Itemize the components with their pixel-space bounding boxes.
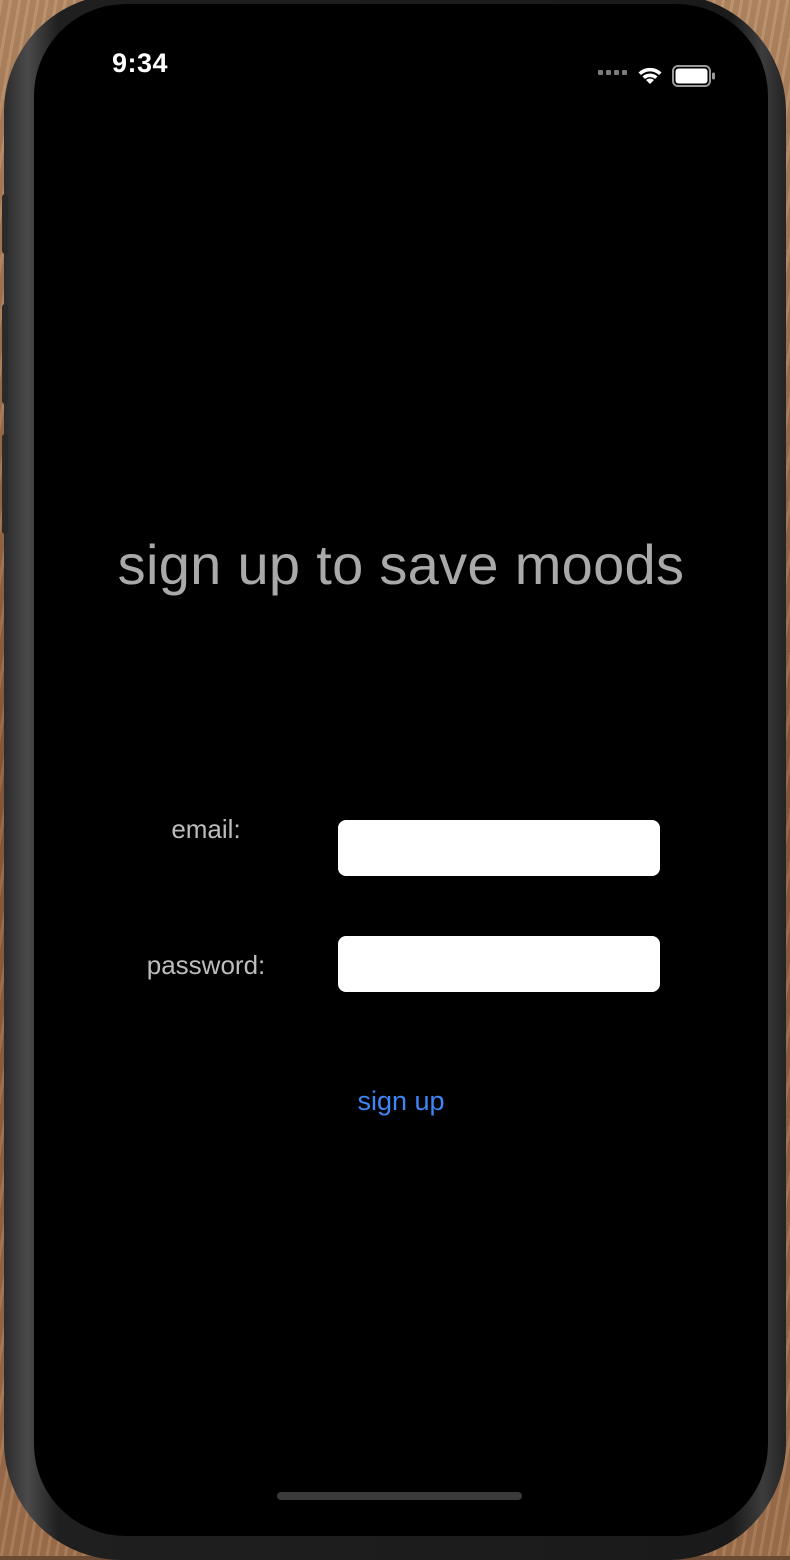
battery-icon xyxy=(672,65,715,87)
home-indicator[interactable] xyxy=(277,1492,522,1500)
password-field[interactable] xyxy=(338,936,660,992)
phone-volume-down-button xyxy=(2,434,8,534)
phone-frame: 9:34 sign up to save moods email: passwo xyxy=(2,0,786,1560)
password-label: password: xyxy=(146,950,266,980)
page-title: sign up to save moods xyxy=(117,533,685,596)
phone-volume-up-button xyxy=(2,304,8,404)
wifi-icon xyxy=(638,67,662,84)
sign-up-button[interactable]: sign up xyxy=(301,1086,501,1117)
app-screen: 9:34 sign up to save moods email: passwo xyxy=(34,4,768,1536)
status-bar: 9:34 xyxy=(34,4,768,114)
status-time: 9:34 xyxy=(112,48,169,78)
email-field[interactable] xyxy=(338,820,660,876)
email-label: email: xyxy=(171,814,241,844)
phone-side-button xyxy=(2,194,8,254)
cellular-signal-icon xyxy=(598,70,630,76)
